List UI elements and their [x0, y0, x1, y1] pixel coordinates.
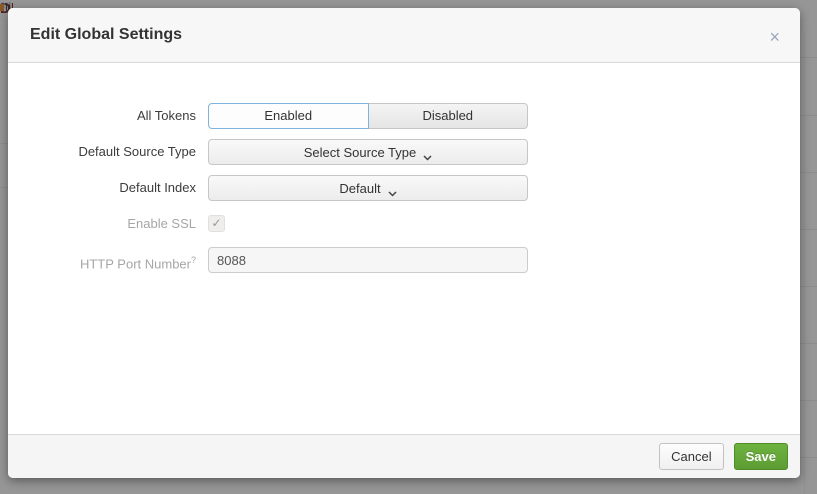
help-icon: ?	[191, 255, 196, 265]
background-table-row-line	[800, 286, 817, 287]
default-index-label: Default Index	[8, 175, 208, 201]
background-row-line	[0, 143, 8, 144]
enable-ssl-row: Enable SSL ✓	[8, 211, 800, 237]
background-row-line	[0, 187, 8, 188]
background-table-row-line	[800, 343, 817, 344]
dialog-body: All Tokens Enabled Disabled Default Sour…	[8, 63, 800, 434]
default-index-row: Default Index Default	[8, 175, 800, 201]
all-tokens-disabled-button[interactable]: Disabled	[368, 103, 529, 129]
enable-ssl-label: Enable SSL	[8, 211, 208, 237]
dialog-title: Edit Global Settings	[30, 26, 182, 44]
chevron-down-icon	[388, 185, 397, 191]
chevron-down-icon	[423, 149, 432, 155]
edit-global-settings-dialog: Edit Global Settings × All Tokens Enable…	[8, 8, 800, 478]
default-source-type-row: Default Source Type Select Source Type	[8, 139, 800, 165]
cancel-button[interactable]: Cancel	[659, 443, 723, 470]
background-table-row-line	[800, 229, 817, 230]
http-port-input[interactable]	[208, 247, 528, 273]
background-table-border	[804, 32, 805, 494]
dialog-header: Edit Global Settings ×	[8, 8, 800, 63]
close-icon[interactable]: ×	[769, 24, 780, 46]
all-tokens-toggle: Enabled Disabled	[208, 103, 528, 129]
background-table-row-line	[800, 172, 817, 173]
http-port-label: HTTP Port Number?	[8, 247, 208, 273]
http-port-row: HTTP Port Number?	[8, 247, 800, 273]
background-icon-fragment	[0, 4, 4, 11]
all-tokens-label: All Tokens	[8, 103, 208, 129]
enable-ssl-checkbox[interactable]: ✓	[208, 215, 225, 232]
save-button[interactable]: Save	[734, 443, 788, 470]
background-table-row-line	[800, 115, 817, 116]
default-source-type-value: Select Source Type	[304, 145, 417, 160]
background-table-row-line	[800, 400, 817, 401]
default-source-type-dropdown[interactable]: Select Source Type	[208, 139, 528, 165]
http-port-label-text: HTTP Port Number	[80, 256, 191, 271]
default-index-dropdown[interactable]: Default	[208, 175, 528, 201]
all-tokens-row: All Tokens Enabled Disabled	[8, 103, 800, 129]
check-icon: ✓	[211, 216, 221, 230]
dialog-footer: Cancel Save	[8, 434, 800, 478]
background-table-row-line	[800, 457, 817, 458]
default-source-type-label: Default Source Type	[8, 139, 208, 165]
all-tokens-enabled-button[interactable]: Enabled	[208, 103, 369, 129]
default-index-value: Default	[339, 181, 380, 196]
background-table-row-line	[800, 57, 817, 58]
